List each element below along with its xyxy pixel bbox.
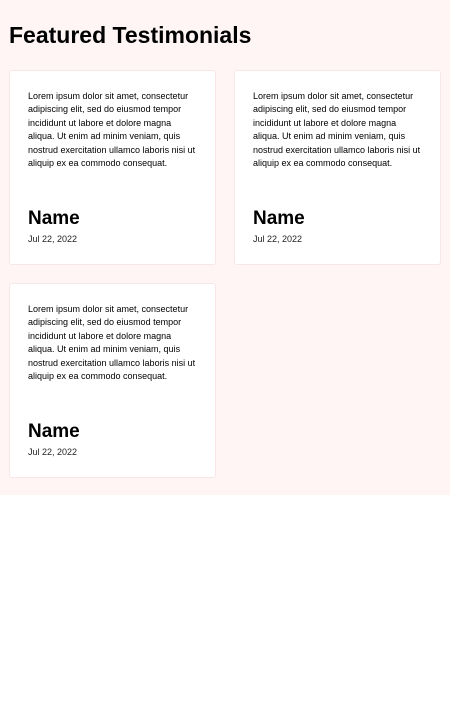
testimonial-card: Lorem ipsum dolor sit amet, consectetur … bbox=[234, 70, 441, 265]
testimonial-date: Jul 22, 2022 bbox=[253, 234, 303, 244]
testimonial-card: Lorem ipsum dolor sit amet, consectetur … bbox=[9, 70, 216, 265]
testimonial-date: Jul 22, 2022 bbox=[28, 234, 78, 244]
testimonial-quote: Lorem ipsum dolor sit amet, consectetur … bbox=[253, 91, 421, 169]
testimonial-card: Lorem ipsum dolor sit amet, consectetur … bbox=[9, 283, 216, 478]
section-title: Featured Testimonials bbox=[9, 22, 252, 48]
testimonial-author-name: Name bbox=[28, 208, 80, 229]
testimonial-author-name: Name bbox=[28, 421, 80, 442]
testimonial-quote: Lorem ipsum dolor sit amet, consectetur … bbox=[28, 91, 196, 169]
testimonials-section: Featured Testimonials Lorem ipsum dolor … bbox=[0, 0, 450, 495]
testimonial-quote: Lorem ipsum dolor sit amet, consectetur … bbox=[28, 304, 196, 382]
testimonial-date: Jul 22, 2022 bbox=[28, 447, 78, 457]
testimonial-author-name: Name bbox=[253, 208, 305, 229]
testimonials-grid: Lorem ipsum dolor sit amet, consectetur … bbox=[9, 70, 441, 478]
